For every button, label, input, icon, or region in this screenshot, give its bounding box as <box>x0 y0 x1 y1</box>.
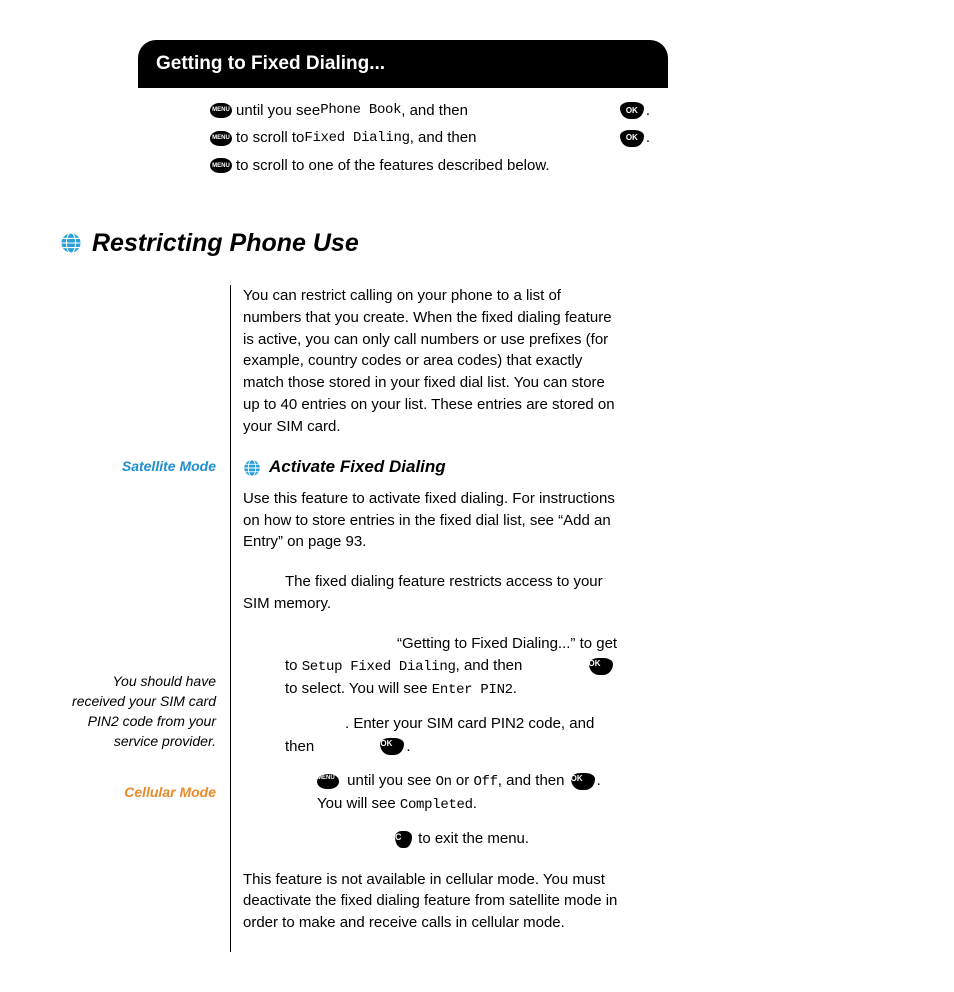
globe-icon <box>243 459 261 477</box>
ok-icon: OK <box>589 658 613 675</box>
nav-box: Getting to Fixed Dialing... MENU until y… <box>138 40 668 199</box>
step-text: or <box>452 772 474 789</box>
sub-heading: Activate Fixed Dialing <box>269 455 446 480</box>
side-column: Satellite Mode You should have received … <box>60 285 216 952</box>
step-text: to exit the menu. <box>414 830 529 847</box>
nav-line-1: MENU until you see Phone Book , and then… <box>210 100 650 122</box>
satellite-mode-label: Satellite Mode <box>60 456 216 476</box>
nav-line-3: MENU to scroll to one of the features de… <box>210 155 650 177</box>
step-text: to select. You will see <box>285 680 432 697</box>
nav-box-title: Getting to Fixed Dialing... <box>138 40 668 88</box>
nav-text: to scroll to one of the features describ… <box>236 155 550 177</box>
menu-icon: MENU <box>210 131 232 146</box>
globe-icon <box>60 232 82 254</box>
content-row: Satellite Mode You should have received … <box>60 285 894 952</box>
nav-text: to scroll to <box>236 127 304 149</box>
nav-mono-text: Phone Book <box>320 100 401 120</box>
step-mono: Off <box>473 774 497 790</box>
period: . <box>646 100 650 122</box>
main-column: You can restrict calling on your phone t… <box>230 285 618 952</box>
step-1: “Getting to Fixed Dialing...” to get to … <box>243 633 618 702</box>
ok-icon: OK <box>620 130 644 147</box>
period: . <box>406 738 410 755</box>
menu-icon: MENU <box>317 774 339 789</box>
ok-icon: OK <box>380 738 404 755</box>
nav-line-2: MENU to scroll to Fixed Dialing , and th… <box>210 127 650 149</box>
step-mono: Setup Fixed Dialing <box>302 659 456 675</box>
cellular-mode-label: Cellular Mode <box>60 782 216 802</box>
page-heading: Restricting Phone Use <box>92 225 359 261</box>
main-heading-row: Restricting Phone Use <box>60 225 894 261</box>
step-2: . Enter your SIM card PIN2 code, and the… <box>243 713 618 758</box>
nav-text: until you see <box>236 100 320 122</box>
step-mono: Enter PIN2 <box>432 682 513 698</box>
ok-icon: OK <box>571 773 595 790</box>
ok-icon: OK <box>620 102 644 119</box>
intro-paragraph: You can restrict calling on your phone t… <box>243 285 618 437</box>
tip-note: You should have received your SIM card P… <box>60 672 216 752</box>
nav-text: , and then <box>401 100 468 122</box>
step-4: C to exit the menu. <box>243 828 618 851</box>
step-text: until you see <box>343 772 436 789</box>
period: . <box>646 127 650 149</box>
step-text: . Enter your SIM card PIN2 code, and the… <box>285 715 594 755</box>
menu-icon: MENU <box>210 103 232 118</box>
step-mono: On <box>436 774 452 790</box>
nav-box-body: MENU until you see Phone Book , and then… <box>138 88 668 199</box>
sat-para-2: The fixed dialing feature restricts acce… <box>243 571 618 615</box>
step-text: , and then <box>498 772 569 789</box>
menu-icon: MENU <box>210 158 232 173</box>
nav-mono-text: Fixed Dialing <box>304 128 409 148</box>
nav-text: , and then <box>410 127 477 149</box>
step-3: MENU until you see On or Off, and then O… <box>243 770 618 816</box>
sat-para-1: Use this feature to activate fixed diali… <box>243 488 618 553</box>
c-icon: C <box>395 831 412 848</box>
period: . <box>473 795 477 812</box>
sub-heading-row: Activate Fixed Dialing <box>243 455 618 480</box>
cell-para: This feature is not available in cellula… <box>243 869 618 934</box>
period: . <box>513 680 517 697</box>
step-text: , and then <box>456 657 527 674</box>
step-mono: Completed <box>400 797 473 813</box>
